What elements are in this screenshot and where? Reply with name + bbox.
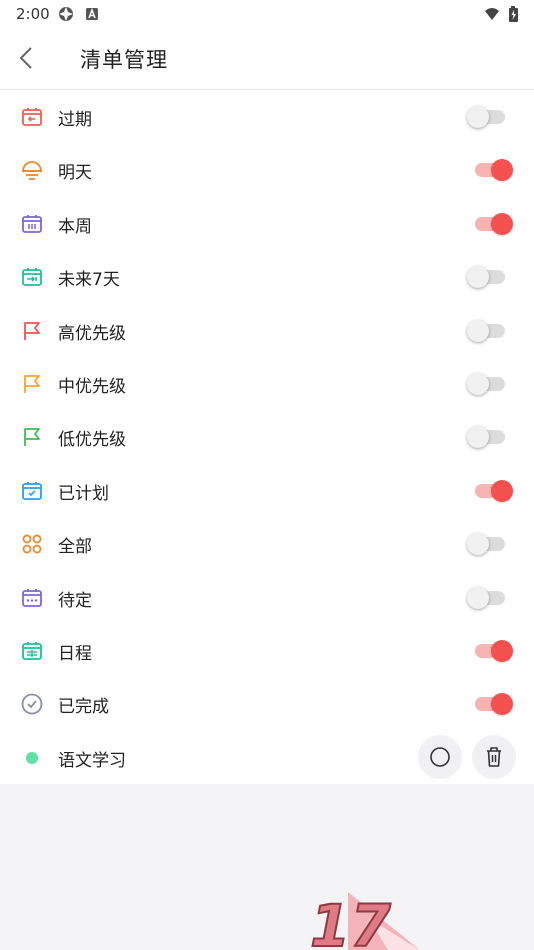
toggle-switch[interactable] <box>467 426 513 449</box>
toggle-switch[interactable] <box>467 639 513 662</box>
flag-high-icon <box>24 321 40 340</box>
list-item-all: 全部 <box>0 517 534 570</box>
list-item-overdue: 过期 <box>0 90 534 143</box>
watermark-logo: 17 <box>309 891 420 950</box>
list-item-label: 未来7天 <box>58 270 120 291</box>
sync-icon <box>59 7 73 21</box>
list-item-label: 低优先级 <box>58 430 126 451</box>
list-item-label: 日程 <box>58 643 92 664</box>
flag-low-icon <box>24 428 40 447</box>
toggle-switch[interactable] <box>467 212 513 235</box>
hide-list-button[interactable] <box>418 734 462 779</box>
list-management-list: 过期 明天 本周 未来7天 高优先级 中优先级 低优先级 已计划 全部 待定 日… <box>0 90 534 785</box>
toggle-switch[interactable] <box>467 693 513 716</box>
circle-outline-icon <box>430 746 450 767</box>
list-item-label: 已计划 <box>58 483 109 504</box>
status-bar: 2:00 <box>0 0 534 28</box>
calendar-pending-icon <box>22 588 42 607</box>
wifi-icon <box>485 8 499 20</box>
custom-list-item: 语文学习 <box>0 731 534 784</box>
list-item-label: 本周 <box>58 216 92 237</box>
top-app-bar: 清单管理 <box>0 28 534 90</box>
custom-list-label: 语文学习 <box>58 750 126 771</box>
list-item-label: 明天 <box>58 163 92 184</box>
toggle-switch[interactable] <box>467 319 513 342</box>
list-item-pending: 待定 <box>0 571 534 624</box>
sunrise-icon <box>22 161 42 181</box>
list-item-label: 待定 <box>58 590 92 611</box>
calendar-week-icon <box>22 214 42 233</box>
status-time: 2:00 <box>16 5 50 23</box>
calendar-overdue-icon <box>22 108 42 126</box>
flag-medium-icon <box>24 375 40 393</box>
grid-circles-icon <box>22 534 42 554</box>
trash-icon <box>487 746 501 767</box>
battery-icon <box>509 6 518 22</box>
watermark-text: 17 <box>310 892 391 950</box>
page-title: 清单管理 <box>80 48 168 72</box>
delete-list-button[interactable] <box>472 734 516 779</box>
toggle-switch[interactable] <box>467 586 513 609</box>
empty-bottom-area <box>0 784 534 950</box>
list-item-this-week: 本周 <box>0 197 534 250</box>
toggle-switch[interactable] <box>467 479 513 502</box>
toggle-switch[interactable] <box>467 266 513 289</box>
check-circle-icon <box>21 693 43 715</box>
list-item-label: 全部 <box>58 537 92 558</box>
list-item-tomorrow: 明天 <box>0 143 534 196</box>
toggle-switch[interactable] <box>467 159 513 182</box>
list-item-next-7-days: 未来7天 <box>0 250 534 303</box>
list-item-completed: 已完成 <box>0 677 534 730</box>
list-item-high-priority: 高优先级 <box>0 304 534 357</box>
list-item-low-priority: 低优先级 <box>0 410 534 463</box>
calendar-agenda-icon <box>22 641 42 660</box>
list-item-label: 已完成 <box>58 697 109 718</box>
list-item-scheduled: 已计划 <box>0 464 534 517</box>
calendar-next7-icon <box>22 268 42 287</box>
app-notification-icon <box>86 7 98 20</box>
list-item-label: 高优先级 <box>58 323 126 344</box>
list-item-medium-priority: 中优先级 <box>0 357 534 410</box>
list-item-label: 过期 <box>58 110 92 130</box>
toggle-switch[interactable] <box>467 372 513 395</box>
back-arrow-icon[interactable] <box>14 44 40 72</box>
list-item-agenda: 日程 <box>0 624 534 677</box>
list-item-label: 中优先级 <box>58 376 126 397</box>
toggle-switch[interactable] <box>467 533 513 556</box>
list-color-dot <box>26 751 38 764</box>
calendar-check-icon <box>22 481 42 500</box>
toggle-switch[interactable] <box>467 106 513 128</box>
